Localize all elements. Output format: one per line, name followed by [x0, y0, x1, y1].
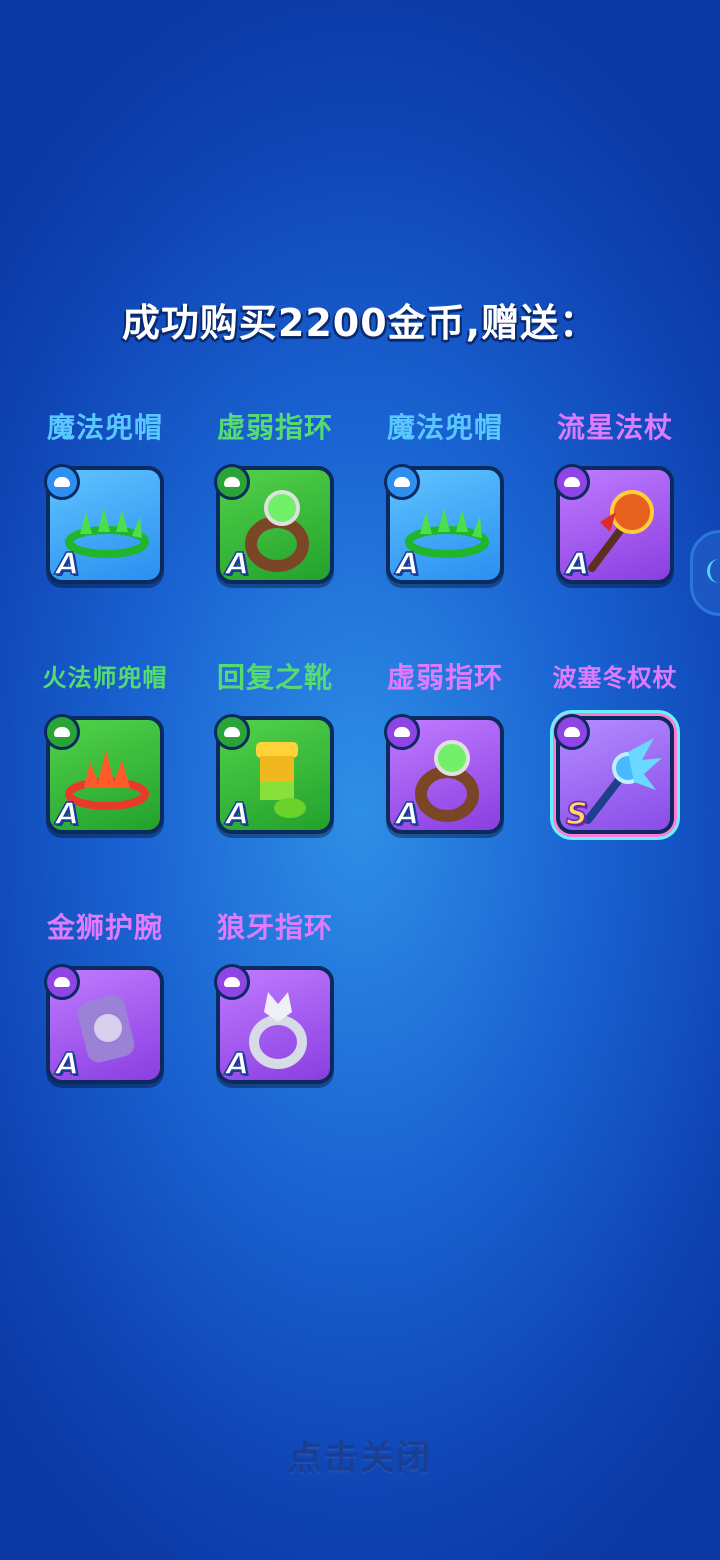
grade-label: A: [225, 1046, 250, 1083]
reward-item[interactable]: 狼牙指环 A: [200, 908, 350, 1084]
item-name: 魔法兜帽: [386, 411, 503, 444]
grade-label: S: [565, 796, 588, 833]
reward-item[interactable]: 波塞冬权杖 S: [540, 658, 690, 834]
item-card[interactable]: A: [214, 964, 334, 1084]
reward-item[interactable]: 火法师兜帽 A: [30, 658, 180, 834]
grade-label: A: [55, 546, 80, 583]
reward-item[interactable]: 魔法兜帽 A: [370, 408, 520, 584]
item-card[interactable]: A: [384, 464, 504, 584]
grade-label: A: [395, 796, 420, 833]
reward-title: 成功购买2200金币,赠送：: [121, 301, 599, 345]
item-name: 虚弱指环: [386, 661, 503, 694]
grade-label: A: [225, 796, 250, 833]
item-name: 流星法杖: [556, 411, 673, 444]
reward-item[interactable]: 流星法杖 A: [540, 408, 690, 584]
item-name: 波塞冬权杖: [552, 664, 678, 692]
item-name: 虚弱指环: [216, 411, 333, 444]
reward-item[interactable]: 虚弱指环 A: [200, 408, 350, 584]
item-card[interactable]: A: [384, 714, 504, 834]
item-card[interactable]: A: [214, 714, 334, 834]
item-card[interactable]: A: [214, 464, 334, 584]
item-name: 魔法兜帽: [46, 411, 163, 444]
item-name: 火法师兜帽: [42, 664, 168, 692]
item-card[interactable]: S: [554, 714, 674, 834]
grade-label: A: [55, 796, 80, 833]
item-name: 狼牙指环: [216, 911, 333, 944]
item-card[interactable]: A: [44, 964, 164, 1084]
item-name: 金狮护腕: [46, 911, 163, 944]
item-name: 回复之靴: [216, 661, 333, 694]
reward-item[interactable]: 魔法兜帽 A: [30, 408, 180, 584]
item-card[interactable]: A: [44, 464, 164, 584]
grade-label: A: [395, 546, 420, 583]
grade-label: A: [55, 1046, 80, 1083]
reward-item[interactable]: 金狮护腕 A: [30, 908, 180, 1084]
reward-item[interactable]: 回复之靴 A: [200, 658, 350, 834]
grade-label: A: [225, 546, 250, 583]
close-button[interactable]: 点击关闭: [0, 1430, 720, 1479]
grade-label: A: [565, 546, 590, 583]
item-card[interactable]: A: [44, 714, 164, 834]
side-pull-tab[interactable]: [690, 530, 720, 616]
reward-item[interactable]: 虚弱指环 A: [370, 658, 520, 834]
item-card[interactable]: A: [554, 464, 674, 584]
